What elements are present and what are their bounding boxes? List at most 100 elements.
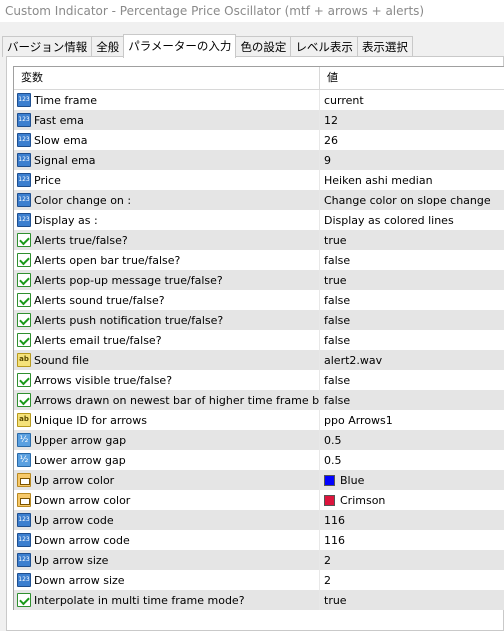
parameter-row[interactable]: Display as : Display as colored lines	[14, 210, 504, 230]
parameter-name-cell[interactable]: Signal ema	[14, 150, 320, 170]
parameter-name: Price	[34, 173, 61, 187]
parameter-value-cell[interactable]: alert2.wav	[320, 350, 504, 370]
parameter-value-cell[interactable]: 2	[320, 550, 504, 570]
parameter-value-cell[interactable]: current	[320, 90, 504, 110]
parameter-value: 0.5	[324, 433, 342, 447]
parameter-row[interactable]: Color change on : Change color on slope c…	[14, 190, 504, 210]
parameter-value-cell[interactable]: true	[320, 590, 504, 610]
parameter-value-cell[interactable]: true	[320, 270, 504, 290]
parameter-row[interactable]: Alerts open bar true/false? false	[14, 250, 504, 270]
parameter-name-cell[interactable]: Down arrow size	[14, 570, 320, 590]
parameter-row[interactable]: Up arrow code 116	[14, 510, 504, 530]
parameter-name-cell[interactable]: Fast ema	[14, 110, 320, 130]
parameter-value-cell[interactable]: 2	[320, 570, 504, 590]
parameter-value: false	[324, 373, 351, 387]
parameter-row[interactable]: Time frame current	[14, 90, 504, 110]
parameter-value-cell[interactable]: false	[320, 250, 504, 270]
parameter-name-cell[interactable]: Up arrow size	[14, 550, 320, 570]
parameter-row[interactable]: Down arrow code 116	[14, 530, 504, 550]
color-icon	[17, 473, 31, 487]
parameter-value-cell[interactable]: 116	[320, 510, 504, 530]
parameter-name-cell[interactable]: Alerts sound true/false?	[14, 290, 320, 310]
boolean-icon	[17, 393, 31, 407]
parameter-name-cell[interactable]: Slow ema	[14, 130, 320, 150]
parameter-name-cell[interactable]: Alerts pop-up message true/false?	[14, 270, 320, 290]
parameter-row[interactable]: Lower arrow gap 0.5	[14, 450, 504, 470]
parameter-row[interactable]: Slow ema 26	[14, 130, 504, 150]
parameter-row[interactable]: Arrows drawn on newest bar of higher tim…	[14, 390, 504, 410]
parameter-row[interactable]: Alerts sound true/false? false	[14, 290, 504, 310]
parameter-row[interactable]: Alerts true/false? true	[14, 230, 504, 250]
parameter-value-cell[interactable]: Change color on slope change	[320, 190, 504, 210]
parameter-value-cell[interactable]: false	[320, 390, 504, 410]
grid-rows: Time frame current Fast ema 12 Slow ema 26 Sig…	[14, 90, 504, 610]
parameter-name-cell[interactable]: Upper arrow gap	[14, 430, 320, 450]
parameter-row[interactable]: Interpolate in multi time frame mode? tru…	[14, 590, 504, 610]
parameter-row[interactable]: Up arrow color Blue	[14, 470, 504, 490]
parameter-name-cell[interactable]: Sound file	[14, 350, 320, 370]
parameter-row[interactable]: Arrows visible true/false? false	[14, 370, 504, 390]
tab-version-info[interactable]: バージョン情報	[2, 36, 93, 57]
parameter-value: 2	[324, 553, 331, 567]
parameter-name-cell[interactable]: Up arrow color	[14, 470, 320, 490]
parameter-name-cell[interactable]: Interpolate in multi time frame mode?	[14, 590, 320, 610]
parameter-value-cell[interactable]: Display as colored lines	[320, 210, 504, 230]
parameter-value-cell[interactable]: 116	[320, 530, 504, 550]
parameter-row[interactable]: Alerts push notification true/false? fals…	[14, 310, 504, 330]
tab-color-settings[interactable]: 色の設定	[235, 36, 292, 57]
parameter-value-cell[interactable]: true	[320, 230, 504, 250]
parameter-row[interactable]: Down arrow color Crimson	[14, 490, 504, 510]
tab-visualization[interactable]: 表示選択	[356, 36, 413, 57]
parameter-row[interactable]: Up arrow size 2	[14, 550, 504, 570]
parameter-name-cell[interactable]: Arrows drawn on newest bar of higher tim…	[14, 390, 320, 410]
parameter-name-cell[interactable]: Up arrow code	[14, 510, 320, 530]
parameter-value-cell[interactable]: Heiken ashi median	[320, 170, 504, 190]
parameter-row[interactable]: Fast ema 12	[14, 110, 504, 130]
parameter-name-cell[interactable]: Alerts push notification true/false?	[14, 310, 320, 330]
parameter-name-cell[interactable]: Down arrow code	[14, 530, 320, 550]
parameters-grid: 変数 値 Time frame current Fast ema 12 Slow ema…	[13, 66, 504, 610]
parameter-name-cell[interactable]: Price	[14, 170, 320, 190]
parameter-name-cell[interactable]: Alerts open bar true/false?	[14, 250, 320, 270]
parameter-row[interactable]: Down arrow size 2	[14, 570, 504, 590]
parameter-name-cell[interactable]: Display as :	[14, 210, 320, 230]
parameter-name-cell[interactable]: Down arrow color	[14, 490, 320, 510]
parameter-value-cell[interactable]: false	[320, 290, 504, 310]
parameter-name-cell[interactable]: Arrows visible true/false?	[14, 370, 320, 390]
parameter-value: alert2.wav	[324, 353, 383, 367]
parameter-value: 116	[324, 533, 345, 547]
parameter-value-cell[interactable]: Crimson	[320, 490, 504, 510]
parameter-value-cell[interactable]: 0.5	[320, 430, 504, 450]
tab-general[interactable]: 全般	[91, 36, 125, 57]
column-header-value[interactable]: 値	[320, 67, 504, 89]
parameter-row[interactable]: Signal ema 9	[14, 150, 504, 170]
parameter-row[interactable]: Alerts pop-up message true/false? true	[14, 270, 504, 290]
parameter-name-cell[interactable]: Color change on :	[14, 190, 320, 210]
parameter-name-cell[interactable]: Alerts email true/false?	[14, 330, 320, 350]
color-swatch[interactable]	[324, 474, 335, 486]
parameter-name-cell[interactable]: Alerts true/false?	[14, 230, 320, 250]
parameter-value-cell[interactable]: false	[320, 370, 504, 390]
parameter-value-cell[interactable]: false	[320, 330, 504, 350]
parameter-row[interactable]: Alerts email true/false? false	[14, 330, 504, 350]
parameter-value-cell[interactable]: Blue	[320, 470, 504, 490]
parameter-value-cell[interactable]: ppo Arrows1	[320, 410, 504, 430]
parameter-row[interactable]: Upper arrow gap 0.5	[14, 430, 504, 450]
parameter-name-cell[interactable]: Time frame	[14, 90, 320, 110]
parameter-value-cell[interactable]: 9	[320, 150, 504, 170]
parameter-value-cell[interactable]: 26	[320, 130, 504, 150]
parameter-name-cell[interactable]: Lower arrow gap	[14, 450, 320, 470]
integer-icon	[17, 513, 31, 527]
tab-levels[interactable]: レベル表示	[290, 36, 358, 57]
column-header-variable[interactable]: 変数	[14, 67, 320, 89]
tab-input-parameters[interactable]: パラメーターの入力	[123, 34, 237, 58]
parameter-value-cell[interactable]: false	[320, 310, 504, 330]
parameter-value-cell[interactable]: 0.5	[320, 450, 504, 470]
parameter-name-cell[interactable]: Unique ID for arrows	[14, 410, 320, 430]
parameter-row[interactable]: Unique ID for arrows ppo Arrows1	[14, 410, 504, 430]
color-swatch[interactable]	[324, 494, 335, 506]
parameter-value: 26	[324, 133, 338, 147]
parameter-row[interactable]: Price Heiken ashi median	[14, 170, 504, 190]
parameter-row[interactable]: Sound file alert2.wav	[14, 350, 504, 370]
parameter-value-cell[interactable]: 12	[320, 110, 504, 130]
